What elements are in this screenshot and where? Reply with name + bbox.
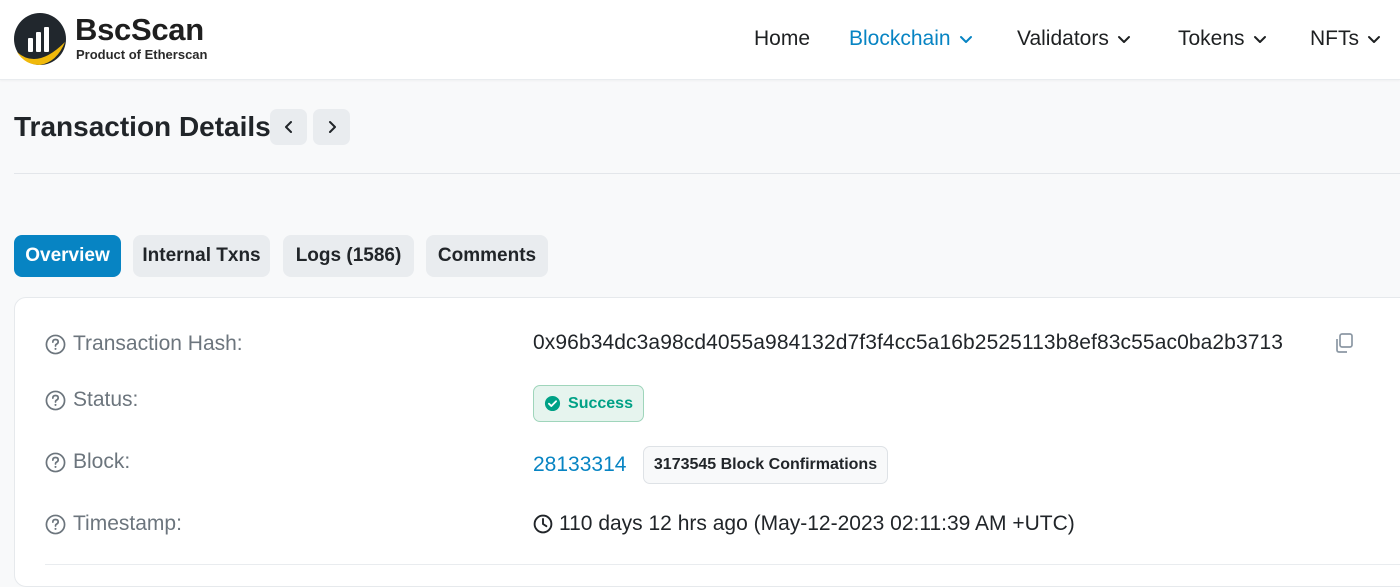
question-circle-icon[interactable] (45, 452, 66, 473)
status-label: Status: (73, 388, 139, 411)
chevron-down-icon (1117, 36, 1130, 43)
chevron-down-icon (1253, 36, 1266, 43)
timestamp-label: Timestamp: (73, 512, 182, 535)
timestamp-value: 110 days 12 hrs ago (May-12-2023 02:11:3… (559, 512, 1075, 535)
nav-home[interactable]: Home (754, 25, 810, 53)
bscscan-logo-icon[interactable] (13, 12, 67, 66)
section-divider (14, 173, 1400, 174)
nav-blockchain-label: Blockchain (849, 27, 951, 50)
prev-transaction-button[interactable] (270, 109, 307, 145)
tab-overview[interactable]: Overview (14, 235, 121, 277)
next-transaction-button[interactable] (313, 109, 350, 145)
block-confirmations-badge: 3173545 Block Confirmations (643, 446, 888, 484)
nav-tokens[interactable]: Tokens (1178, 25, 1267, 53)
brand-tagline: Product of Etherscan (76, 47, 208, 62)
block-label: Block: (73, 450, 131, 473)
status-label-row: Status: (45, 386, 138, 414)
hash-label-row: Transaction Hash: (45, 330, 243, 358)
chevron-left-icon (284, 121, 292, 133)
check-circle-icon (544, 395, 561, 412)
tab-comments[interactable]: Comments (426, 235, 548, 277)
timestamp-row-value: 110 days 12 hrs ago (May-12-2023 02:11:3… (533, 509, 1075, 539)
nav-home-label: Home (754, 27, 811, 50)
status-value: Success (568, 394, 633, 412)
clock-icon (533, 514, 553, 534)
nav-nfts-label: NFTs (1310, 27, 1359, 50)
brand-name[interactable]: BscScan (75, 14, 204, 46)
block-number-link[interactable]: 28133314 (533, 450, 626, 480)
nav-validators-label: Validators (1017, 27, 1109, 50)
chevron-right-icon (328, 121, 336, 133)
hash-label: Transaction Hash: (73, 332, 243, 355)
question-circle-icon[interactable] (45, 334, 66, 355)
transaction-hash-value: 0x96b34dc3a98cd4055a984132d7f3f4cc5a16b2… (533, 331, 1284, 354)
row-divider (45, 564, 1400, 565)
nav-nfts[interactable]: NFTs (1310, 25, 1381, 53)
chevron-down-icon (1368, 36, 1380, 43)
nav-blockchain[interactable]: Blockchain (849, 25, 973, 53)
site-header: BscScan Product of Etherscan Home Blockc… (0, 0, 1400, 80)
tab-internal-txns[interactable]: Internal Txns (133, 235, 270, 277)
status-badge: Success (533, 385, 644, 422)
question-circle-icon[interactable] (45, 390, 66, 411)
tab-logs[interactable]: Logs (1586) (283, 235, 414, 277)
timestamp-label-row: Timestamp: (45, 510, 182, 538)
page-title: Transaction Details (14, 111, 271, 142)
chevron-down-icon (959, 36, 972, 43)
nav-tokens-label: Tokens (1178, 27, 1245, 50)
copy-icon[interactable] (1333, 332, 1355, 354)
nav-validators[interactable]: Validators (1017, 25, 1131, 53)
question-circle-icon[interactable] (45, 514, 66, 535)
block-label-row: Block: (45, 448, 130, 476)
